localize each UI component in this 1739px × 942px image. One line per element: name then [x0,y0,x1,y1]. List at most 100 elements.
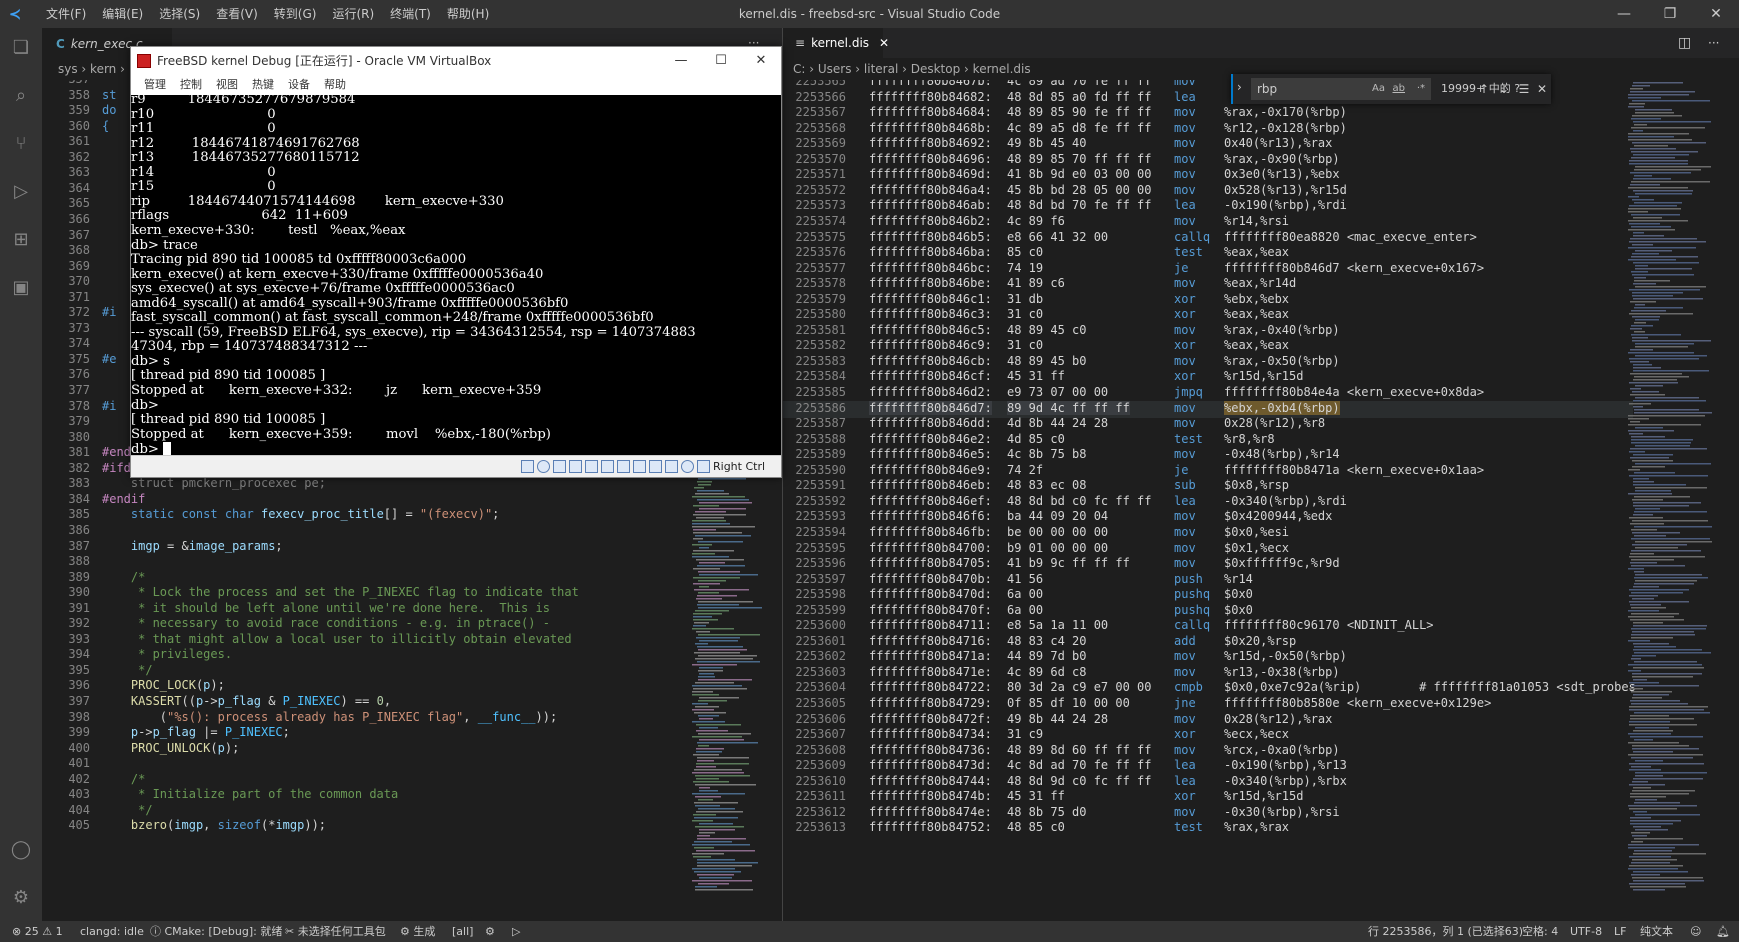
extensions-icon[interactable]: ⊞ [9,228,33,252]
menu-item[interactable]: 转到(G) [266,0,325,28]
vm-menu-item[interactable]: 帮助 [317,75,353,95]
more-actions-icon[interactable]: ··· [1708,28,1719,58]
breadcrumb-segment[interactable]: Desktop [911,62,961,76]
breadcrumb-segment[interactable]: C: [793,62,805,76]
minimap-line [693,613,722,615]
match-case-icon[interactable]: Aa [1372,78,1385,100]
minimize-icon[interactable]: — [1601,0,1647,28]
minimap-line [1629,223,1660,225]
usb-icon[interactable] [585,460,598,473]
clangd-status[interactable]: clangd: idle [80,921,144,942]
minimap-line [1632,244,1653,246]
line-ending[interactable]: LF [1614,921,1626,942]
shared-folders-icon[interactable] [601,460,614,473]
minimap-line [693,688,747,690]
notifications-icon[interactable]: 🔔︎ [1716,921,1730,942]
whole-word-icon[interactable]: ab [1393,78,1405,100]
vm-minimize-icon[interactable]: — [661,47,701,75]
remote-explorer-icon[interactable]: ▣ [9,276,33,300]
menu-item[interactable]: 终端(T) [382,0,439,28]
breadcrumb-segment[interactable]: literal [864,62,898,76]
account-icon[interactable]: ◯ [9,838,33,862]
breadcrumb-file[interactable]: kernel.dis [973,62,1031,76]
mnemonic: mov [1174,105,1196,120]
hard-disk-icon[interactable] [521,460,534,473]
display-icon[interactable] [617,460,630,473]
vm-menu-item[interactable]: 管理 [137,75,173,95]
disasm-row: 2253577 ffffffff80b846bc: 74 19 je ffffffff8… [783,261,1633,278]
cpu-icon[interactable] [649,460,662,473]
network-icon[interactable] [569,460,582,473]
disasm-row: 2253567 ffffffff80b84684: 48 89 85 90 fe f… [783,105,1633,122]
minimap-line [693,583,720,585]
console-line: db> s [131,353,170,369]
search-icon[interactable]: ⌕ [9,84,33,108]
menu-item[interactable]: 帮助(H) [439,0,497,28]
encoding[interactable]: UTF-8 [1570,921,1602,942]
regex-icon[interactable]: ·* [1417,78,1425,100]
cmake-status[interactable]: ⓘ CMake: [Debug]: 就绪 [150,921,282,942]
optical-drive-icon[interactable] [537,460,550,473]
menu-item[interactable]: 查看(V) [208,0,266,28]
mouse-integration-icon[interactable] [665,460,678,473]
run-icon[interactable]: ▷ [512,921,520,942]
vm-menu-item[interactable]: 控制 [173,75,209,95]
minimap-line [693,577,740,579]
breadcrumb-sys[interactable]: sys [58,62,78,76]
minimap-line [1628,616,1674,618]
language-mode[interactable]: 纯文本 [1640,921,1673,942]
run-debug-icon[interactable]: ▷ [9,180,33,204]
find-input[interactable]: rbp Aa ab ·* [1251,78,1431,100]
minimap-line [699,547,709,549]
build-target[interactable]: [all] [452,921,473,942]
breadcrumb-segment[interactable]: Users [818,62,852,76]
toggle-replace-icon[interactable]: › [1237,80,1242,94]
audio-icon[interactable] [553,460,566,473]
minimap-line [697,742,758,744]
minimap-line [1632,295,1673,297]
vm-console[interactable]: r9 18446735277679879584 r10 0 r11 0 r12 184… [131,95,781,455]
next-match-icon[interactable]: ↓ [1495,80,1513,98]
tab-kernel-dis[interactable]: ≡ kernel.dis ✕ [783,28,889,58]
disassembly-view[interactable]: 2253565 ffffffff80b8467b: 4c 89 ad 70 fe f… [783,80,1739,921]
vm-menu-item[interactable]: 热键 [245,75,281,95]
menu-item[interactable]: 文件(F) [38,0,94,28]
vm-maximize-icon[interactable]: ☐ [701,47,741,75]
explorer-icon[interactable]: ❏ [9,36,33,60]
vm-menu-item[interactable]: 设备 [281,75,317,95]
close-find-icon[interactable]: ✕ [1533,80,1551,98]
breadcrumb-kern[interactable]: kern [90,62,116,76]
video-capture-icon[interactable] [633,460,646,473]
menu-item[interactable]: 编辑(E) [94,0,151,28]
vm-close-icon[interactable]: ✕ [741,47,781,75]
guest-additions-icon[interactable] [681,460,694,473]
feedback-icon[interactable]: ☺ [1690,921,1701,942]
code-line: * necessary to avoid race conditions - e… [130,616,550,631]
minimap-line [1630,619,1684,621]
vm-menu-item[interactable]: 视图 [209,75,245,95]
minimap-line [1630,817,1651,819]
operands: %rax,-0x40(%rbp) [1224,322,1340,337]
source-control-icon[interactable]: ⑂ [9,132,33,156]
debug-icon[interactable]: ⚙ [485,921,495,942]
problems-indicator[interactable]: ⊗ 25 ⚠ 1 [12,921,63,942]
menu-item[interactable]: 选择(S) [151,0,208,28]
indentation[interactable]: 空格: 4 [1522,921,1558,942]
keyboard-capture-icon[interactable] [697,460,710,473]
close-icon[interactable]: ✕ [1693,0,1739,28]
previous-match-icon[interactable]: ↑ [1475,80,1493,98]
manage-gear-icon[interactable]: ⚙ [9,886,33,910]
minimap-line [694,652,740,654]
address: ffffffff80b846a4: [869,182,992,197]
find-in-selection-icon[interactable]: ☰ [1515,80,1533,98]
cursor-position[interactable]: 行 2253586，列 1 (已选择63) [1368,921,1523,942]
minimap[interactable] [1628,80,1728,921]
minimap-line [697,595,737,597]
split-editor-icon[interactable]: ◫ [1678,28,1691,58]
cmake-kit[interactable]: ✂ 未选择任何工具包 [285,921,386,942]
menu-item[interactable]: 运行(R) [324,0,382,28]
tab-close-icon[interactable]: ✕ [879,36,889,50]
minimap-line [1628,187,1688,189]
restore-icon[interactable]: ❐ [1647,0,1693,28]
build-button[interactable]: ⚙ 生成 [400,921,435,942]
